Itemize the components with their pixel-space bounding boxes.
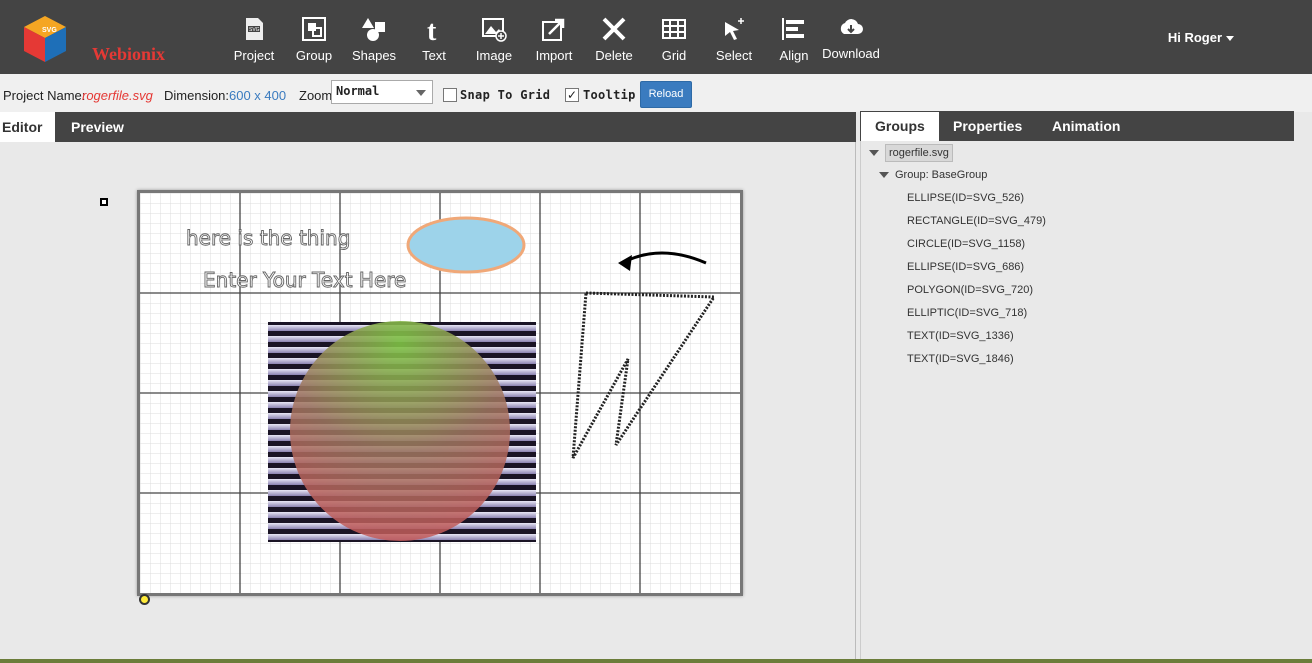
dimension-value: 600 x 400 [229,88,287,103]
tree-item[interactable]: ELLIPSE(ID=SVG_686) [907,261,1024,273]
tab-preview[interactable]: Preview [69,112,126,142]
reload-button[interactable]: Reload [640,81,692,108]
svg-canvas[interactable]: here is the thing Enter Your Text Here [137,190,743,596]
image-icon [482,18,507,42]
chevron-down-icon [1226,36,1234,42]
import-label: Import [535,48,573,63]
tree-item[interactable]: POLYGON(ID=SVG_720) [907,284,1033,296]
canvas-ellipse[interactable] [406,216,526,274]
expand-triangle-icon[interactable] [869,150,879,156]
tree-item[interactable]: TEXT(ID=SVG_1846) [907,353,1014,365]
tree-root-label[interactable]: rogerfile.svg [885,144,953,162]
tree-root[interactable]: rogerfile.svg [869,144,953,162]
top-toolbar: SVG Webionix SVG Project Group Shapes t … [0,0,1312,74]
image-button[interactable]: Image [464,12,524,68]
zoom-select[interactable]: Normal [331,80,433,104]
user-greeting: Hi Roger [1167,30,1222,45]
shapes-icon [362,18,385,41]
groups-tree: rogerfile.svg Group: BaseGroup ELLIPSE(I… [860,141,1294,663]
resize-handle[interactable] [100,198,108,206]
canvas-corner-handle[interactable] [139,594,150,605]
import-button[interactable]: Import [524,12,584,68]
canvas-text-1[interactable]: here is the thing [186,226,351,251]
canvas-text-2[interactable]: Enter Your Text Here [203,268,407,293]
text-label: Text [422,48,446,63]
right-scroll-gutter[interactable] [1294,141,1312,663]
group-icon [302,17,326,41]
project-info-bar: Project Name: rogerfile.svg Dimension: 6… [0,74,1312,112]
tree-group-label[interactable]: Group: BaseGroup [895,169,987,181]
tree-item[interactable]: CIRCLE(ID=SVG_1158) [907,238,1025,250]
canvas-circle[interactable] [290,321,510,541]
project-label: Project [233,48,275,63]
tooltip-checkbox[interactable]: ✓ [565,88,579,102]
text-button[interactable]: t Text [404,12,464,68]
app-name: Webionix [92,44,166,64]
svg-text:SVG: SVG [42,27,57,34]
align-button[interactable]: Align [764,12,824,68]
delete-button[interactable]: Delete [584,12,644,68]
select-icon [725,18,744,40]
tab-groups[interactable]: Groups [861,112,939,141]
chevron-down-icon [416,90,426,96]
import-icon [542,18,565,41]
panel-divider[interactable] [855,142,856,663]
app-logo[interactable]: SVG Webionix [20,14,170,64]
svg-cube-logo-icon: SVG [24,16,66,62]
svg-file-icon: SVG [246,18,263,40]
project-name-value: rogerfile.svg [82,88,153,103]
shapes-button[interactable]: Shapes [344,12,404,68]
canvas-drawing: here is the thing Enter Your Text Here [140,193,740,593]
tab-editor[interactable]: Editor [0,112,55,142]
user-menu[interactable]: Hi Roger [1168,30,1234,45]
grid-icon [662,19,686,39]
tree-item[interactable]: RECTANGLE(ID=SVG_479) [907,215,1046,227]
right-panel-tab-bar: Groups Properties Animation [860,111,1294,141]
text-icon: t [427,16,437,42]
delete-label: Delete [595,48,633,63]
group-button[interactable]: Group [284,12,344,68]
bottom-status-strip [0,659,1312,663]
zoom-label: Zoom [299,88,333,103]
snap-to-grid-label: Snap To Grid [460,88,551,102]
download-label: Download [822,46,880,61]
group-label: Group [295,48,333,63]
select-label: Select [715,48,753,63]
shapes-label: Shapes [351,48,397,63]
align-icon [782,18,804,40]
grid-button[interactable]: Grid [644,12,704,68]
select-button[interactable]: Select [704,12,764,68]
image-label: Image [475,48,513,63]
snap-to-grid-checkbox[interactable] [443,88,457,102]
editor-tab-bar: Editor Preview [0,112,856,142]
dimension-label: Dimension: [164,88,230,103]
tree-group[interactable]: Group: BaseGroup [879,169,987,181]
svg-text:SVG: SVG [249,27,260,33]
project-button[interactable]: SVG Project [224,12,284,68]
grid-label: Grid [661,48,687,63]
tab-properties[interactable]: Properties [939,112,1036,141]
project-name-label: Project Name: [3,88,86,103]
expand-triangle-icon[interactable] [879,172,889,179]
tree-item[interactable]: ELLIPTIC(ID=SVG_718) [907,307,1027,319]
zoom-value: Normal [336,84,380,98]
download-button[interactable]: Download [821,12,881,68]
tree-item[interactable]: TEXT(ID=SVG_1336) [907,330,1014,342]
align-label: Align [779,48,809,63]
tree-item[interactable]: ELLIPSE(ID=SVG_526) [907,192,1024,204]
tooltip-label: Tooltip [583,88,636,102]
delete-icon [602,17,626,41]
download-icon [840,19,863,34]
svg-text:t: t [427,16,437,42]
tab-animation[interactable]: Animation [1038,112,1134,141]
